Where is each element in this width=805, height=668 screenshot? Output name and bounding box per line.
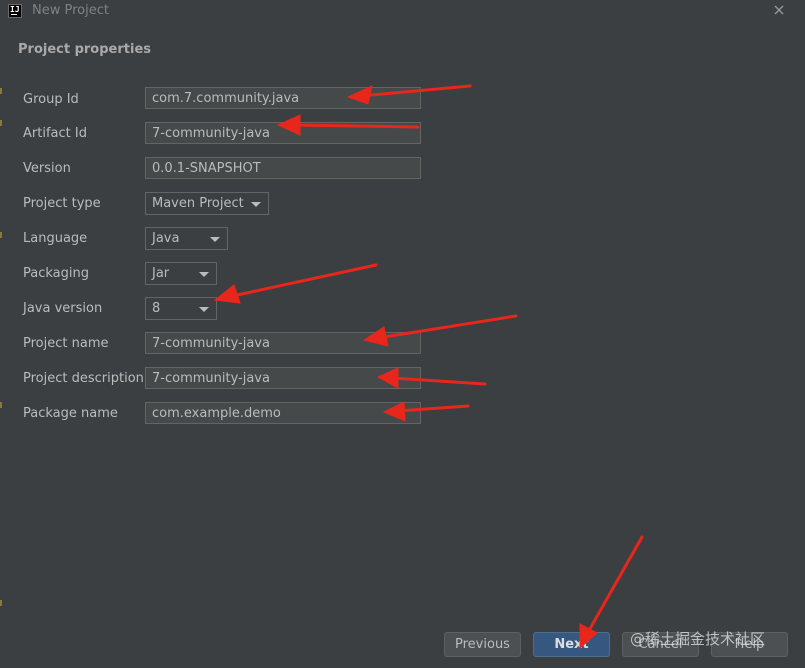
java-version-label: Java version bbox=[23, 301, 103, 316]
group-id-input[interactable] bbox=[145, 87, 421, 109]
title-bar: IJ New Project bbox=[0, 0, 805, 24]
artifact-id-label: Artifact Id bbox=[23, 126, 87, 141]
arrow-java-version-icon bbox=[213, 263, 378, 304]
packaging-label: Packaging bbox=[23, 266, 89, 281]
packaging-select[interactable]: Jar bbox=[145, 262, 217, 285]
previous-button[interactable]: Previous bbox=[444, 632, 521, 657]
chevron-down-icon bbox=[199, 307, 209, 312]
project-description-input[interactable] bbox=[145, 367, 421, 389]
project-type-value: Maven Project bbox=[152, 196, 244, 211]
package-name-label: Package name bbox=[23, 406, 118, 421]
version-label: Version bbox=[23, 161, 71, 176]
window-title: New Project bbox=[32, 3, 109, 18]
section-title: Project properties bbox=[18, 42, 151, 57]
close-icon[interactable] bbox=[770, 1, 788, 19]
project-type-label: Project type bbox=[23, 196, 101, 211]
language-label: Language bbox=[23, 231, 88, 246]
version-input[interactable] bbox=[145, 157, 421, 179]
artifact-id-input[interactable] bbox=[145, 122, 421, 144]
chevron-down-icon bbox=[251, 202, 261, 207]
language-value: Java bbox=[152, 231, 180, 246]
project-description-label: Project description bbox=[23, 371, 144, 386]
chevron-down-icon bbox=[199, 272, 209, 277]
left-edge-markers bbox=[0, 0, 3, 668]
package-name-input[interactable] bbox=[145, 402, 421, 424]
project-name-input[interactable] bbox=[145, 332, 421, 354]
java-version-select[interactable]: 8 bbox=[145, 297, 217, 320]
intellij-logo-icon: IJ bbox=[8, 4, 22, 18]
chevron-down-icon bbox=[210, 237, 220, 242]
project-type-select[interactable]: Maven Project bbox=[145, 192, 269, 215]
next-button[interactable]: Next bbox=[533, 632, 610, 657]
java-version-value: 8 bbox=[152, 301, 161, 316]
group-id-label: Group Id bbox=[23, 92, 79, 107]
language-select[interactable]: Java bbox=[145, 227, 228, 250]
project-name-label: Project name bbox=[23, 336, 109, 351]
packaging-value: Jar bbox=[152, 266, 170, 281]
watermark: @稀土掘金技术社区 bbox=[630, 630, 766, 648]
